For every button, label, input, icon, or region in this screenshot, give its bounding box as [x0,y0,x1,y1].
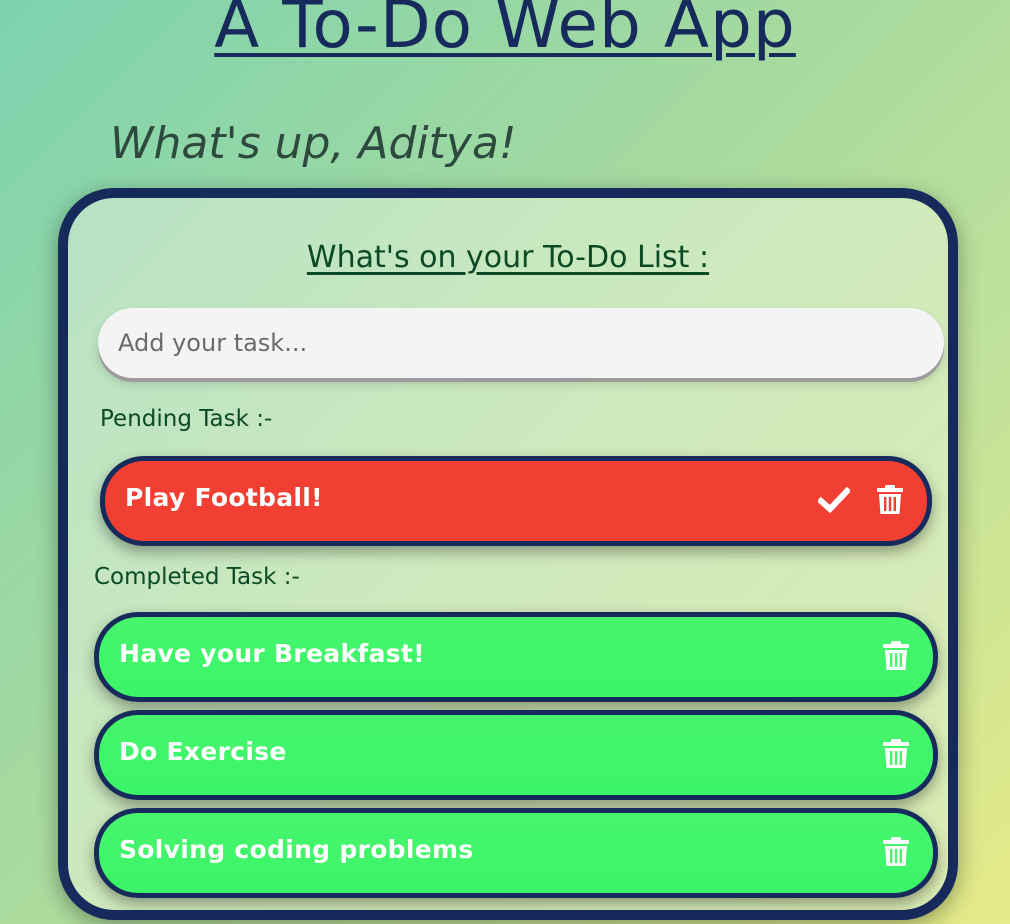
pending-task-item: Play Football! [100,456,932,546]
todo-card: What's on your To-Do List : Pending Task… [58,188,958,920]
delete-task-button[interactable] [879,835,913,869]
check-icon [818,486,850,514]
completed-task-item: Have your Breakfast! [94,612,938,702]
task-text: Play Football! [125,483,323,512]
trash-icon [883,739,909,768]
delete-task-button[interactable] [879,737,913,771]
pending-label: Pending Task :- [100,406,273,432]
task-text: Do Exercise [119,737,287,766]
greeting-text: What's up, Aditya! [110,118,517,169]
completed-label: Completed Task :- [94,564,300,590]
app-title: A To-Do Web App [214,0,796,63]
add-task-input[interactable] [98,308,944,378]
delete-task-button[interactable] [873,483,907,517]
complete-task-button[interactable] [817,483,851,517]
task-text: Solving coding problems [119,835,474,864]
trash-icon [883,837,909,866]
delete-task-button[interactable] [879,639,913,673]
completed-task-item: Do Exercise [94,710,938,800]
card-heading: What's on your To-Do List : [306,240,710,275]
task-text: Have your Breakfast! [119,639,425,668]
trash-icon [883,641,909,670]
trash-icon [877,485,903,514]
completed-task-item: Solving coding problems [94,808,938,898]
